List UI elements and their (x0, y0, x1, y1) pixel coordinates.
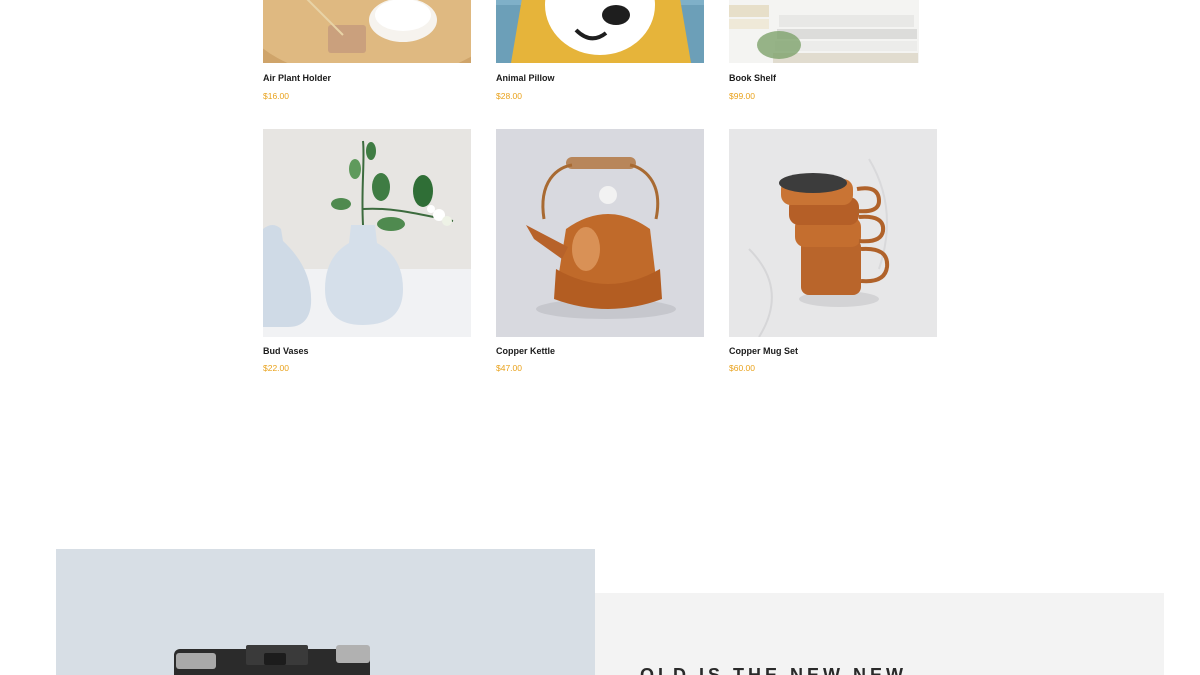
product-price: $22.00 (263, 363, 289, 373)
copper-mug-set-image[interactable] (729, 129, 937, 337)
bud-vases-image[interactable] (263, 129, 471, 337)
product-card-copper-mug-set[interactable]: Copper Mug Set $60.00 (729, 129, 937, 373)
product-name[interactable]: Copper Mug Set (729, 346, 798, 356)
product-name[interactable]: Book Shelf (729, 73, 776, 83)
product-card-animal-pillow[interactable]: Animal Pillow $28.00 (496, 0, 704, 101)
product-price: $60.00 (729, 363, 755, 373)
product-price: $99.00 (729, 91, 755, 101)
product-name[interactable]: Copper Kettle (496, 346, 555, 356)
product-card-book-shelf[interactable]: Book Shelf $99.00 (729, 0, 937, 101)
product-price: $47.00 (496, 363, 522, 373)
product-page: Air Plant Holder $16.00 Animal Pillow $2… (0, 0, 1200, 675)
product-card-air-plant-holder[interactable]: Air Plant Holder $16.00 (263, 0, 471, 101)
vintage-camera-image (56, 549, 595, 675)
product-name[interactable]: Air Plant Holder (263, 73, 331, 83)
animal-pillow-image[interactable] (496, 0, 704, 63)
book-shelf-image[interactable] (729, 0, 937, 63)
product-card-bud-vases[interactable]: Bud Vases $22.00 (263, 129, 471, 373)
feature-heading: OLD IS THE NEW NEW (640, 665, 907, 675)
product-name[interactable]: Bud Vases (263, 346, 309, 356)
product-name[interactable]: Animal Pillow (496, 73, 555, 83)
copper-kettle-image[interactable] (496, 129, 704, 337)
product-price: $16.00 (263, 91, 289, 101)
air-plant-holder-image[interactable] (263, 0, 471, 63)
product-card-copper-kettle[interactable]: Copper Kettle $47.00 (496, 129, 704, 373)
product-price: $28.00 (496, 91, 522, 101)
feature-panel: OLD IS THE NEW NEW (595, 593, 1164, 675)
